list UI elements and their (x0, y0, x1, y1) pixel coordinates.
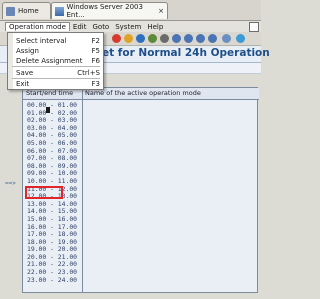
server-icon (55, 6, 64, 16)
print-icon[interactable] (148, 34, 157, 43)
next-page-icon[interactable] (196, 34, 205, 43)
tab-windows-server-label: Windows Server 2003 Ent... (66, 3, 143, 19)
last-page-icon[interactable] (208, 34, 217, 43)
menu-item-label: Exit (16, 79, 30, 88)
menu-item-save[interactable]: Save Ctrl+S (16, 68, 100, 77)
menu-item-label: Assign (16, 46, 39, 55)
menu-icon-strip (8, 33, 13, 89)
back-icon[interactable] (124, 34, 133, 43)
menu-item-label: Select interval (16, 36, 67, 45)
cancel-icon[interactable] (112, 34, 121, 43)
menu-operation-mode[interactable]: Operation mode (5, 22, 70, 31)
menu-item-exit[interactable]: Exit F3 (16, 79, 100, 88)
operation-mode-dropdown: Select interval F2 Assign F5 Delete Assi… (7, 32, 104, 90)
menu-item-shortcut: F2 (91, 36, 100, 45)
tab-home[interactable]: Home (2, 2, 51, 19)
menu-item-delete-assignment[interactable]: Delete Assignment F6 (16, 56, 100, 65)
close-tab-icon[interactable]: × (158, 7, 164, 15)
menu-item-shortcut: F5 (91, 46, 100, 55)
time-row[interactable]: 23.00 - 24.00 (27, 276, 77, 285)
menu-item-label: Save (16, 68, 34, 77)
menu-system[interactable]: System (112, 23, 144, 31)
home-icon (6, 6, 15, 16)
menu-item-label: Delete Assignment (16, 56, 83, 65)
menu-goto[interactable]: Goto (89, 23, 112, 31)
menu-edit[interactable]: Edit (70, 23, 90, 31)
current-row-marker: ==> (5, 180, 16, 187)
menu-item-assign[interactable]: Assign F5 (16, 46, 100, 55)
menu-item-select-interval[interactable]: Select interval F2 (16, 36, 100, 45)
menu-separator (12, 66, 100, 67)
menu-item-shortcut: F3 (91, 79, 100, 88)
create-session-icon[interactable] (222, 34, 231, 43)
find-icon[interactable] (160, 34, 169, 43)
sap-menubar: Operation mode Edit Goto System Help (0, 21, 261, 32)
menu-item-shortcut: F6 (91, 56, 100, 65)
help-icon[interactable] (236, 34, 245, 43)
page-title: et for Normal 24h Operation (102, 47, 270, 59)
menu-item-shortcut: Ctrl+S (77, 68, 100, 77)
first-page-icon[interactable] (172, 34, 181, 43)
highlight-box (25, 186, 63, 199)
tab-home-label: Home (18, 7, 39, 15)
exit-icon[interactable] (136, 34, 145, 43)
menu-help[interactable]: Help (144, 23, 166, 31)
text-cursor (46, 107, 50, 113)
prev-page-icon[interactable] (184, 34, 193, 43)
window-control-icon[interactable] (249, 22, 259, 32)
browser-tab-bar: Home Windows Server 2003 Ent... × (0, 0, 261, 21)
tab-windows-server[interactable]: Windows Server 2003 Ent... × (51, 2, 168, 19)
column-header-mode: Name of the active operation mode (83, 88, 259, 100)
